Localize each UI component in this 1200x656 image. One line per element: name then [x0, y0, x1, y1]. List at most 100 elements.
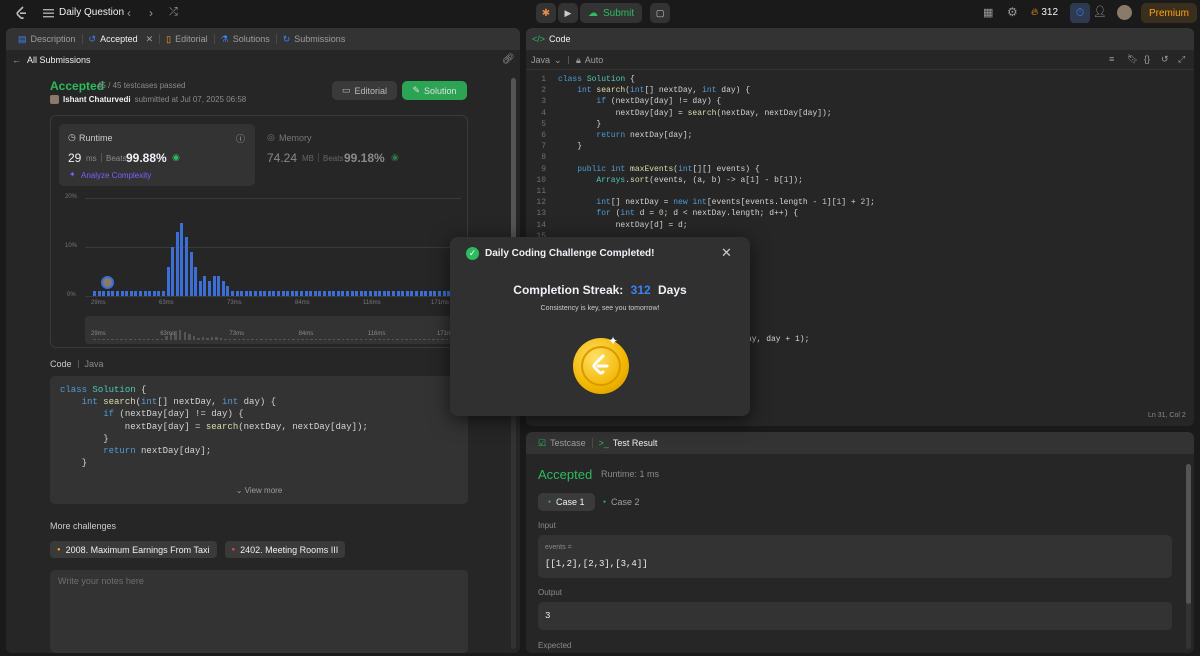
chart-bar[interactable] [327, 291, 331, 296]
chart-bar[interactable] [143, 291, 147, 296]
chart-bar[interactable] [254, 291, 258, 296]
premium-button[interactable]: Premium [1141, 3, 1198, 23]
memory-card[interactable]: ◎ Memory 74.24 MB Beats 99.18% ◉ [265, 124, 461, 186]
close-icon[interactable]: ✕ [721, 245, 732, 261]
problem-list-title[interactable]: Daily Question [59, 7, 124, 18]
bookmark-icon[interactable]: 🔖︎ [1127, 54, 1138, 65]
chart-bar[interactable] [350, 291, 354, 296]
chart-bar[interactable] [442, 291, 446, 296]
tab-solutions[interactable]: ⚗ Solutions [215, 28, 276, 50]
submit-button[interactable]: ☁ Submit [580, 3, 643, 23]
editor-scrollbar[interactable] [1188, 78, 1192, 348]
chart-bar[interactable] [203, 276, 207, 296]
timer-icon[interactable]: ⏱ [1070, 3, 1090, 23]
chart-bar[interactable] [125, 291, 129, 296]
solution-button[interactable]: ✎ Solution [402, 81, 467, 100]
chart-bar[interactable] [208, 281, 212, 296]
shuffle-icon[interactable]: ⤮ [169, 6, 178, 19]
tab-test-result[interactable]: >_ Test Result [593, 432, 664, 454]
author-avatar[interactable] [50, 95, 59, 104]
chart-bar[interactable] [336, 291, 340, 296]
chart-bar[interactable] [415, 291, 419, 296]
tab-code[interactable]: </> Code [532, 28, 577, 50]
chart-bar[interactable] [410, 291, 414, 296]
chart-bar[interactable] [369, 291, 373, 296]
chart-bar[interactable] [249, 291, 253, 296]
analyze-complexity-link[interactable]: Analyze Complexity [81, 171, 151, 180]
chart-bar[interactable] [355, 291, 359, 296]
chart-bar[interactable] [341, 291, 345, 296]
chart-bar[interactable] [281, 291, 285, 296]
chart-bar[interactable] [152, 291, 156, 296]
chart-bar[interactable] [286, 291, 290, 296]
chart-bar[interactable] [378, 291, 382, 296]
chart-bar[interactable] [267, 291, 271, 296]
chart-bar[interactable] [277, 291, 281, 296]
settings-gear-icon[interactable]: ⚙ [1007, 5, 1018, 19]
result-scrollbar[interactable] [1186, 464, 1191, 649]
view-more-button[interactable]: ⌄ View more [50, 486, 468, 495]
chart-bar[interactable] [304, 291, 308, 296]
chart-bar[interactable] [323, 291, 327, 296]
chart-bar[interactable] [162, 291, 166, 296]
chart-bar[interactable] [116, 291, 120, 296]
chart-bar[interactable] [175, 232, 179, 296]
chart-bar[interactable] [364, 291, 368, 296]
chart-bar[interactable] [309, 291, 313, 296]
streak-counter[interactable]: 🔥︎ 312 [1031, 7, 1058, 18]
chart-bar[interactable] [97, 291, 101, 296]
notes-area[interactable]: Write your notes here [50, 570, 468, 653]
chart-bar[interactable] [235, 291, 239, 296]
submitted-code-block[interactable]: class Solution { int search(int[] nextDa… [50, 376, 468, 504]
chart-bar[interactable] [405, 291, 409, 296]
chart-bar[interactable] [217, 276, 221, 296]
chart-bar[interactable] [185, 237, 189, 296]
scrollbar-thumb[interactable] [1186, 464, 1191, 604]
chart-bar[interactable] [93, 291, 97, 296]
runtime-card[interactable]: ◷ Runtime ⓘ 29 ms Beats 99.88% ◉ ✦ Analy… [59, 124, 255, 186]
chart-bar[interactable] [111, 291, 115, 296]
debug-button[interactable]: ✱ [536, 3, 556, 23]
your-submission-avatar[interactable] [101, 276, 114, 289]
case-tab[interactable]: ● Case 1 [538, 493, 595, 511]
tab-testcase[interactable]: ☑ Testcase [532, 432, 592, 454]
chart-bar[interactable] [396, 291, 400, 296]
chart-bar[interactable] [318, 291, 322, 296]
chart-bar[interactable] [401, 291, 405, 296]
chart-bar[interactable] [134, 291, 138, 296]
chart-bar[interactable] [300, 291, 304, 296]
link-icon[interactable]: 🔗︎ [502, 54, 515, 65]
chart-bar[interactable] [332, 291, 336, 296]
chart-bar[interactable] [433, 291, 437, 296]
chart-bar[interactable] [373, 291, 377, 296]
chart-bar[interactable] [382, 291, 386, 296]
chart-bar[interactable] [139, 291, 143, 296]
chart-bar[interactable] [295, 291, 299, 296]
leetcode-logo-icon[interactable] [14, 6, 28, 20]
chart-bar[interactable] [272, 291, 276, 296]
chart-bar[interactable] [244, 291, 248, 296]
chart-bar[interactable] [258, 291, 262, 296]
chart-bar[interactable] [424, 291, 428, 296]
close-tab-icon[interactable]: ✕ [146, 34, 154, 45]
case-tab[interactable]: ● Case 2 [598, 493, 645, 511]
language-select[interactable]: Java ⌄ [531, 55, 562, 66]
challenge-chip[interactable]: ● 2008. Maximum Earnings From Taxi [50, 541, 217, 558]
chart-bar[interactable] [359, 291, 363, 296]
chart-bar[interactable] [106, 291, 110, 296]
chart-bar[interactable] [221, 281, 225, 296]
chart-bar[interactable] [240, 291, 244, 296]
run-button[interactable]: ▶ [558, 3, 578, 23]
tab-accepted[interactable]: ↺ Accepted ✕ [83, 28, 160, 50]
chart-bar[interactable] [171, 247, 175, 296]
reset-icon[interactable]: ↺ [1161, 54, 1169, 65]
info-icon[interactable]: ⓘ [236, 132, 245, 145]
user-avatar[interactable] [1117, 5, 1132, 20]
author-name[interactable]: Ishant Chaturvedi [63, 95, 131, 104]
chart-bar[interactable] [290, 291, 294, 296]
braces-icon[interactable]: {} [1144, 54, 1150, 64]
prev-problem-icon[interactable]: ‹ [127, 6, 131, 20]
format-icon[interactable]: ≡ [1109, 54, 1114, 64]
chart-bar[interactable] [438, 291, 442, 296]
add-friend-icon[interactable]: 👤︎ [1093, 5, 1107, 18]
